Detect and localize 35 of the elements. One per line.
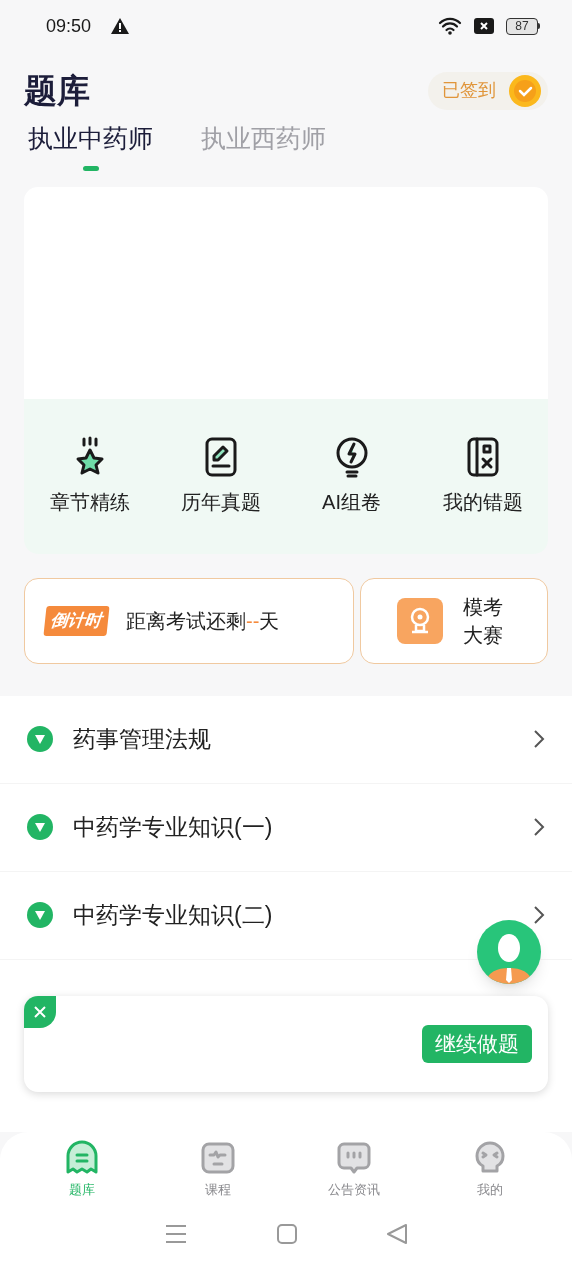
feature-entry[interactable]: 我的错题 [417,435,548,517]
close-button[interactable] [24,995,56,1028]
battery-indicator: 87 [506,17,540,35]
subject-row[interactable]: 药事管理法规 [0,695,572,784]
status-time: 09:50 [46,14,92,38]
mock-exam-label: 模考大赛 [463,594,504,648]
nav-tab[interactable]: 我的 [422,1140,558,1200]
warning-icon [111,18,130,34]
feature-entry[interactable]: AI组卷 [286,435,417,517]
mock-exam-card[interactable]: 模考大赛 [360,577,548,664]
ghost-icon [64,1140,100,1176]
chevron-right-icon [533,905,545,925]
home-icon[interactable] [277,1223,297,1244]
wifi-icon [438,17,462,35]
back-icon[interactable] [387,1223,407,1244]
nav-tab[interactable]: 公告资讯 [286,1140,422,1200]
page-title: 题库 [24,71,90,111]
countdown-tag: 倒计时 [43,605,110,636]
chevron-right-icon [533,729,545,749]
category-tab[interactable]: 执业中药师 [28,121,153,171]
feature-entry[interactable]: 章节精练 [24,435,155,517]
screen-face-icon [200,1140,236,1176]
sim-blocked-icon [474,18,494,34]
nav-tab[interactable]: 课程 [150,1140,286,1200]
menu-icon[interactable] [165,1223,187,1244]
check-coin-icon [508,73,542,108]
countdown-text: 距离考试还剩--天 [126,608,280,634]
mock-exam-icon [397,597,443,644]
countdown-card[interactable]: 倒计时 距离考试还剩--天 [24,577,354,664]
subject-row[interactable]: 中药学专业知识(一) [0,783,572,872]
chat-bubble-icon [336,1140,372,1176]
feature-entry[interactable]: 历年真题 [155,435,286,517]
chevron-right-icon [533,817,545,837]
assistant-avatar[interactable] [477,919,541,984]
close-icon [33,1004,47,1019]
